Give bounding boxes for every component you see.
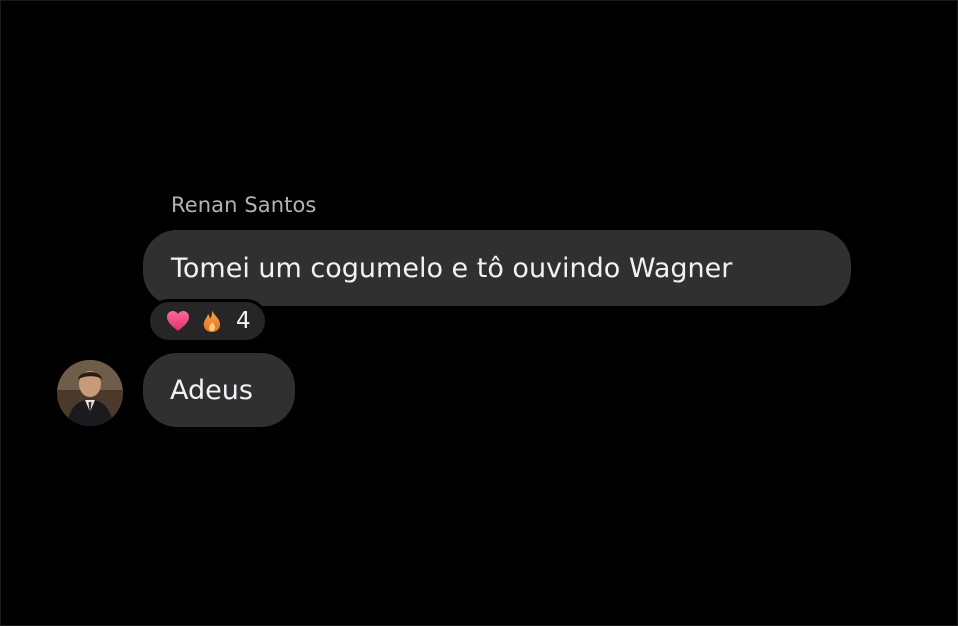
fire-icon [200,309,224,333]
message-bubble[interactable]: Tomei um cogumelo e tô ouvindo Wagner [143,230,851,306]
message-text: Adeus [170,374,253,406]
message-bubble[interactable]: Adeus [143,353,295,427]
avatar[interactable] [57,360,123,426]
heart-icon [166,309,190,333]
chat-window: Renan Santos Tomei um cogumelo e tô ouvi… [0,0,958,626]
avatar-image [57,360,123,426]
sender-name[interactable]: Renan Santos [171,193,316,217]
reactions-badge[interactable]: 4 [147,299,268,343]
reaction-count: 4 [236,308,251,334]
message-text: Tomei um cogumelo e tô ouvindo Wagner [171,252,733,284]
